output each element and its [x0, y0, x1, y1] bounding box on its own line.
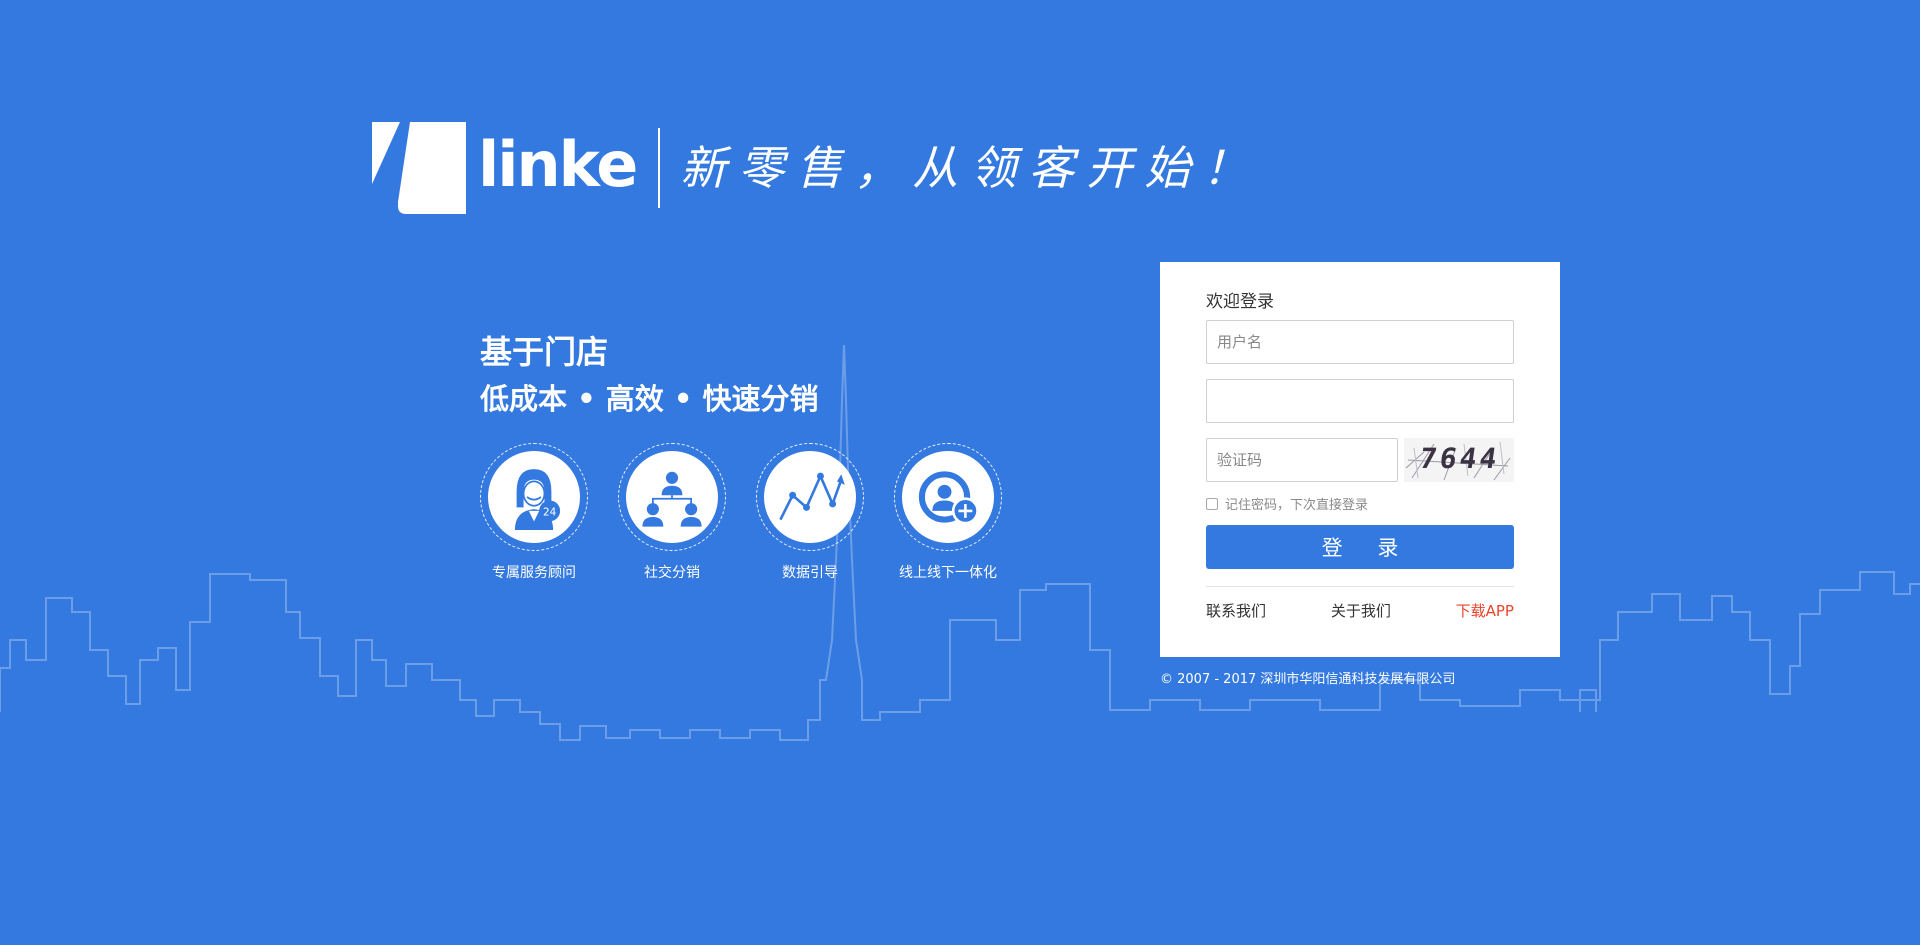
captcha-image[interactable]: 7644: [1404, 438, 1514, 483]
brand-name: linke: [478, 128, 638, 201]
feature-list: 24 专属服务顾问 社交分销 数据引导 线上线下一体化: [478, 443, 1030, 582]
logo-divider: [658, 128, 661, 208]
user-add-icon: [918, 471, 979, 525]
remember-password-row: 记住密码，下次直接登录: [1206, 494, 1514, 513]
feature-ring: [756, 443, 864, 551]
captcha-row: 7644: [1206, 438, 1514, 483]
password-input[interactable]: [1206, 379, 1514, 424]
login-button[interactable]: 登 录: [1206, 525, 1514, 570]
social-network-icon: [642, 471, 702, 527]
login-panel: 欢迎登录 7644 记住密码，下次直接登录 登 录 联系我们 关于我们 下载AP…: [1160, 262, 1560, 657]
svg-text:24: 24: [543, 506, 557, 518]
footer-links: 联系我们 关于我们 下载APP: [1206, 600, 1514, 621]
copyright-text: © 2007 - 2017 深圳市华阳信通科技发展有限公司: [1160, 672, 1456, 687]
feature-label: 专属服务顾问: [492, 565, 576, 581]
captcha-input[interactable]: [1206, 438, 1398, 483]
contact-us-link[interactable]: 联系我们: [1206, 600, 1266, 621]
customer-service-24h-icon: 24: [514, 469, 561, 531]
feature-label: 线上线下一体化: [899, 565, 997, 581]
download-app-link[interactable]: 下载APP: [1456, 600, 1514, 621]
linke-logo-mark-icon: [372, 122, 466, 214]
feature-ring: [894, 443, 1002, 551]
username-input[interactable]: [1206, 320, 1514, 365]
feature-ring: [618, 443, 726, 551]
hero-title: 基于门店: [480, 333, 609, 371]
hero-subtitle: 低成本 • 高效 • 快速分销: [480, 382, 819, 416]
brand-slogan: 新零售，从领客开始！: [680, 141, 1261, 195]
panel-divider: [1206, 586, 1514, 588]
data-chart-icon: [779, 472, 845, 521]
captcha-code: 7644: [1417, 442, 1502, 476]
feature-label: 社交分销: [644, 565, 700, 581]
feature-item: 数据引导: [754, 443, 866, 582]
feature-item: 24 专属服务顾问: [478, 443, 590, 582]
remember-password-checkbox[interactable]: [1206, 497, 1218, 510]
remember-password-label[interactable]: 记住密码，下次直接登录: [1225, 494, 1368, 513]
brand-logo[interactable]: linke 新零售，从领客开始！: [372, 122, 1260, 214]
feature-item: 社交分销: [616, 443, 728, 582]
feature-item: 线上线下一体化: [892, 443, 1004, 582]
login-title: 欢迎登录: [1206, 292, 1274, 312]
feature-ring: 24: [480, 443, 588, 551]
about-us-link[interactable]: 关于我们: [1331, 600, 1391, 621]
feature-label: 数据引导: [782, 565, 838, 581]
